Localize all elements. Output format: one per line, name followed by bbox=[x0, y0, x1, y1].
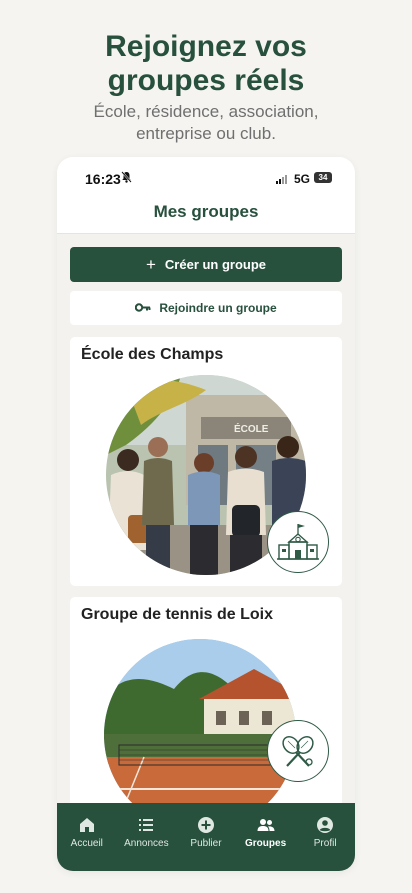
nav-item-home[interactable]: Accueil bbox=[58, 816, 116, 849]
nav-label: Profil bbox=[313, 838, 337, 849]
plus-icon: + bbox=[145, 255, 156, 274]
hero-subtitle-line1: École, résidence, association, bbox=[93, 102, 319, 121]
school-sign: ÉCOLE bbox=[234, 422, 269, 435]
bottom-navigation: Accueil Annonces Publier Groupes Profil bbox=[57, 803, 355, 871]
group-name: École des Champs bbox=[81, 346, 224, 363]
hero-title-line1: Rejoignez vos bbox=[105, 30, 307, 63]
hero-title: Rejoignez vos groupes réels bbox=[0, 30, 412, 98]
plus-circle-icon bbox=[197, 817, 214, 833]
phone-screen: 16:23 5G 34 Mes groupes + Créer un group… bbox=[57, 157, 355, 871]
join-group-button[interactable]: Rejoindre un groupe bbox=[70, 291, 342, 325]
nav-label: Groupes bbox=[245, 838, 287, 849]
group-card[interactable]: École des Champs ÉCOLE bbox=[70, 337, 342, 586]
signal-icon bbox=[276, 174, 287, 184]
group-icon bbox=[257, 819, 275, 831]
key-icon bbox=[135, 301, 151, 315]
nav-item-publish[interactable]: Publier bbox=[177, 816, 235, 849]
hero-title-line2: groupes réels bbox=[107, 64, 305, 97]
create-group-label: Créer un groupe bbox=[164, 257, 267, 272]
page-title: Mes groupes bbox=[57, 197, 355, 234]
profile-icon bbox=[317, 817, 334, 833]
nav-item-groups[interactable]: Groupes bbox=[237, 816, 295, 849]
home-icon bbox=[79, 818, 94, 832]
nav-label: Annonces bbox=[124, 838, 169, 849]
tennis-rackets-icon bbox=[267, 720, 329, 782]
nav-label: Accueil bbox=[70, 838, 103, 849]
network-label: 5G bbox=[294, 172, 311, 186]
group-photo bbox=[104, 639, 296, 809]
battery-icon: 34 bbox=[314, 172, 332, 183]
nav-item-profile[interactable]: Profil bbox=[296, 816, 354, 849]
nav-item-announcements[interactable]: Annonces bbox=[117, 816, 175, 849]
status-bar: 16:23 5G 34 bbox=[57, 157, 355, 197]
group-name: Groupe de tennis de Loix bbox=[81, 606, 274, 623]
bell-muted-icon bbox=[121, 171, 132, 186]
join-group-label: Rejoindre un groupe bbox=[159, 301, 277, 315]
hero-subtitle: École, résidence, association, entrepris… bbox=[0, 101, 412, 145]
create-group-button[interactable]: + Créer un groupe bbox=[70, 247, 342, 282]
list-icon bbox=[139, 819, 154, 831]
status-time: 16:23 bbox=[85, 171, 121, 187]
school-icon bbox=[267, 511, 329, 573]
group-card[interactable]: Groupe de tennis de Loix bbox=[70, 597, 342, 809]
hero-subtitle-line2: entreprise ou club. bbox=[136, 124, 276, 143]
nav-label: Publier bbox=[190, 838, 222, 849]
